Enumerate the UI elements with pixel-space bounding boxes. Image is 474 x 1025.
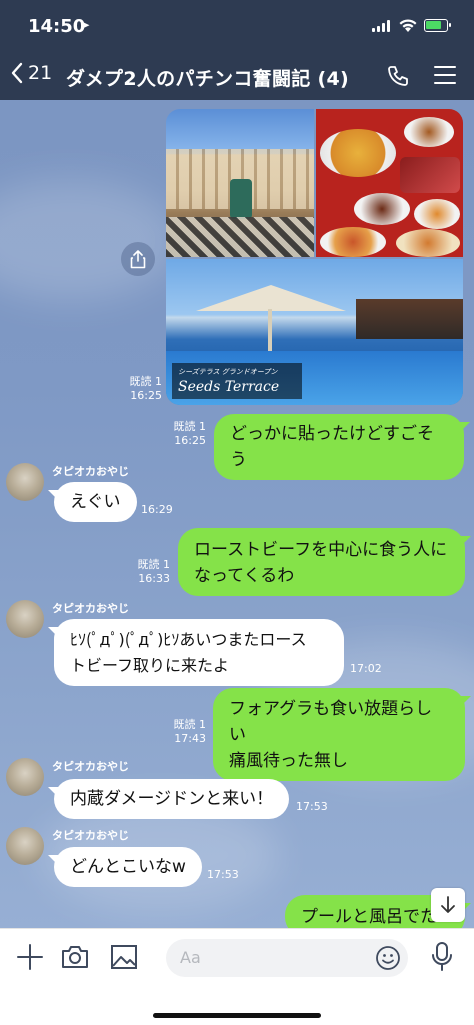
microphone-icon[interactable] xyxy=(430,941,454,973)
share-button[interactable] xyxy=(121,242,155,276)
status-time: 14:50 xyxy=(28,16,86,37)
chat-title: ダメプ2人のパチンコ奮闘記 (4) xyxy=(66,68,349,90)
wifi-icon xyxy=(399,19,417,32)
battery-icon xyxy=(424,19,451,32)
input-bar: Aa xyxy=(0,928,474,1025)
avatar[interactable] xyxy=(6,827,44,865)
signal-icon xyxy=(372,20,392,32)
plus-icon[interactable] xyxy=(16,943,44,971)
message-bubble-incoming[interactable]: ﾋｿ(ﾟдﾟ)(ﾟдﾟ)ﾋｿあいつまたロース トビーフ取りに来たよ xyxy=(54,619,344,686)
message-meta: 既読 1 16:33 xyxy=(137,558,171,585)
message-time: 17:53 xyxy=(207,868,239,881)
back-count: 21 xyxy=(28,62,53,84)
arrow-down-icon xyxy=(441,896,455,913)
sender-name: タピオカおやじ xyxy=(52,465,129,478)
message-meta: 既読 1 16:25 xyxy=(129,375,163,402)
message-time: 17:02 xyxy=(350,662,382,675)
sender-name: タピオカおやじ xyxy=(52,829,129,842)
avatar[interactable] xyxy=(6,758,44,796)
home-indicator xyxy=(153,1013,321,1018)
message-meta: 既読 1 16:25 xyxy=(173,420,207,447)
emoji-icon[interactable] xyxy=(375,945,401,971)
camera-icon[interactable] xyxy=(61,944,89,970)
back-button[interactable]: 21 xyxy=(10,62,52,84)
message-bubble-incoming[interactable]: 内蔵ダメージドンと来い！ xyxy=(54,779,290,819)
chat-header: 21 ダメプ2人のパチンコ奮闘記 (4) xyxy=(0,52,474,100)
message-bubble-outgoing[interactable]: どっかに貼ったけどすごそう xyxy=(214,414,464,480)
avatar[interactable] xyxy=(6,600,44,638)
message-input[interactable]: Aa xyxy=(166,939,408,977)
share-icon xyxy=(130,250,146,269)
chat-area[interactable]: シーズテラス グランドオープン Seeds Terrace 既読 1 16:25 … xyxy=(0,100,474,928)
phone-icon[interactable] xyxy=(386,64,410,88)
location-arrow-icon: ➤ xyxy=(80,18,91,32)
sender-name: タピオカおやじ xyxy=(52,760,129,773)
chevron-left-icon xyxy=(11,62,23,84)
photo-caption: Seeds Terrace xyxy=(178,379,280,395)
message-bubble-outgoing[interactable]: ローストビーフを中心に食う人に なってくるわ xyxy=(178,528,465,596)
message-time: 16:29 xyxy=(141,503,173,516)
status-bar: 14:50 ➤ xyxy=(0,0,474,52)
message-bubble-incoming[interactable]: どんとこいなw xyxy=(54,847,202,887)
sender-name: タピオカおやじ xyxy=(52,602,129,615)
photo-buffet[interactable] xyxy=(316,109,463,257)
photo-plaza[interactable] xyxy=(166,109,314,257)
message-bubble-incoming[interactable]: えぐい xyxy=(54,482,137,522)
photo-caption-small: シーズテラス グランドオープン xyxy=(178,368,278,376)
photo-collage[interactable]: シーズテラス グランドオープン Seeds Terrace xyxy=(166,109,463,405)
photo-terrace[interactable]: シーズテラス グランドオープン Seeds Terrace xyxy=(166,259,463,405)
image-icon[interactable] xyxy=(110,944,138,970)
avatar[interactable] xyxy=(6,463,44,501)
scroll-down-button[interactable] xyxy=(431,888,465,922)
message-meta: 既読 1 17:43 xyxy=(173,718,207,745)
menu-icon[interactable] xyxy=(434,66,456,84)
message-time: 17:53 xyxy=(296,800,328,813)
message-bubble-outgoing[interactable]: フォアグラも食い放題らしい 痛風待った無し xyxy=(213,688,465,781)
